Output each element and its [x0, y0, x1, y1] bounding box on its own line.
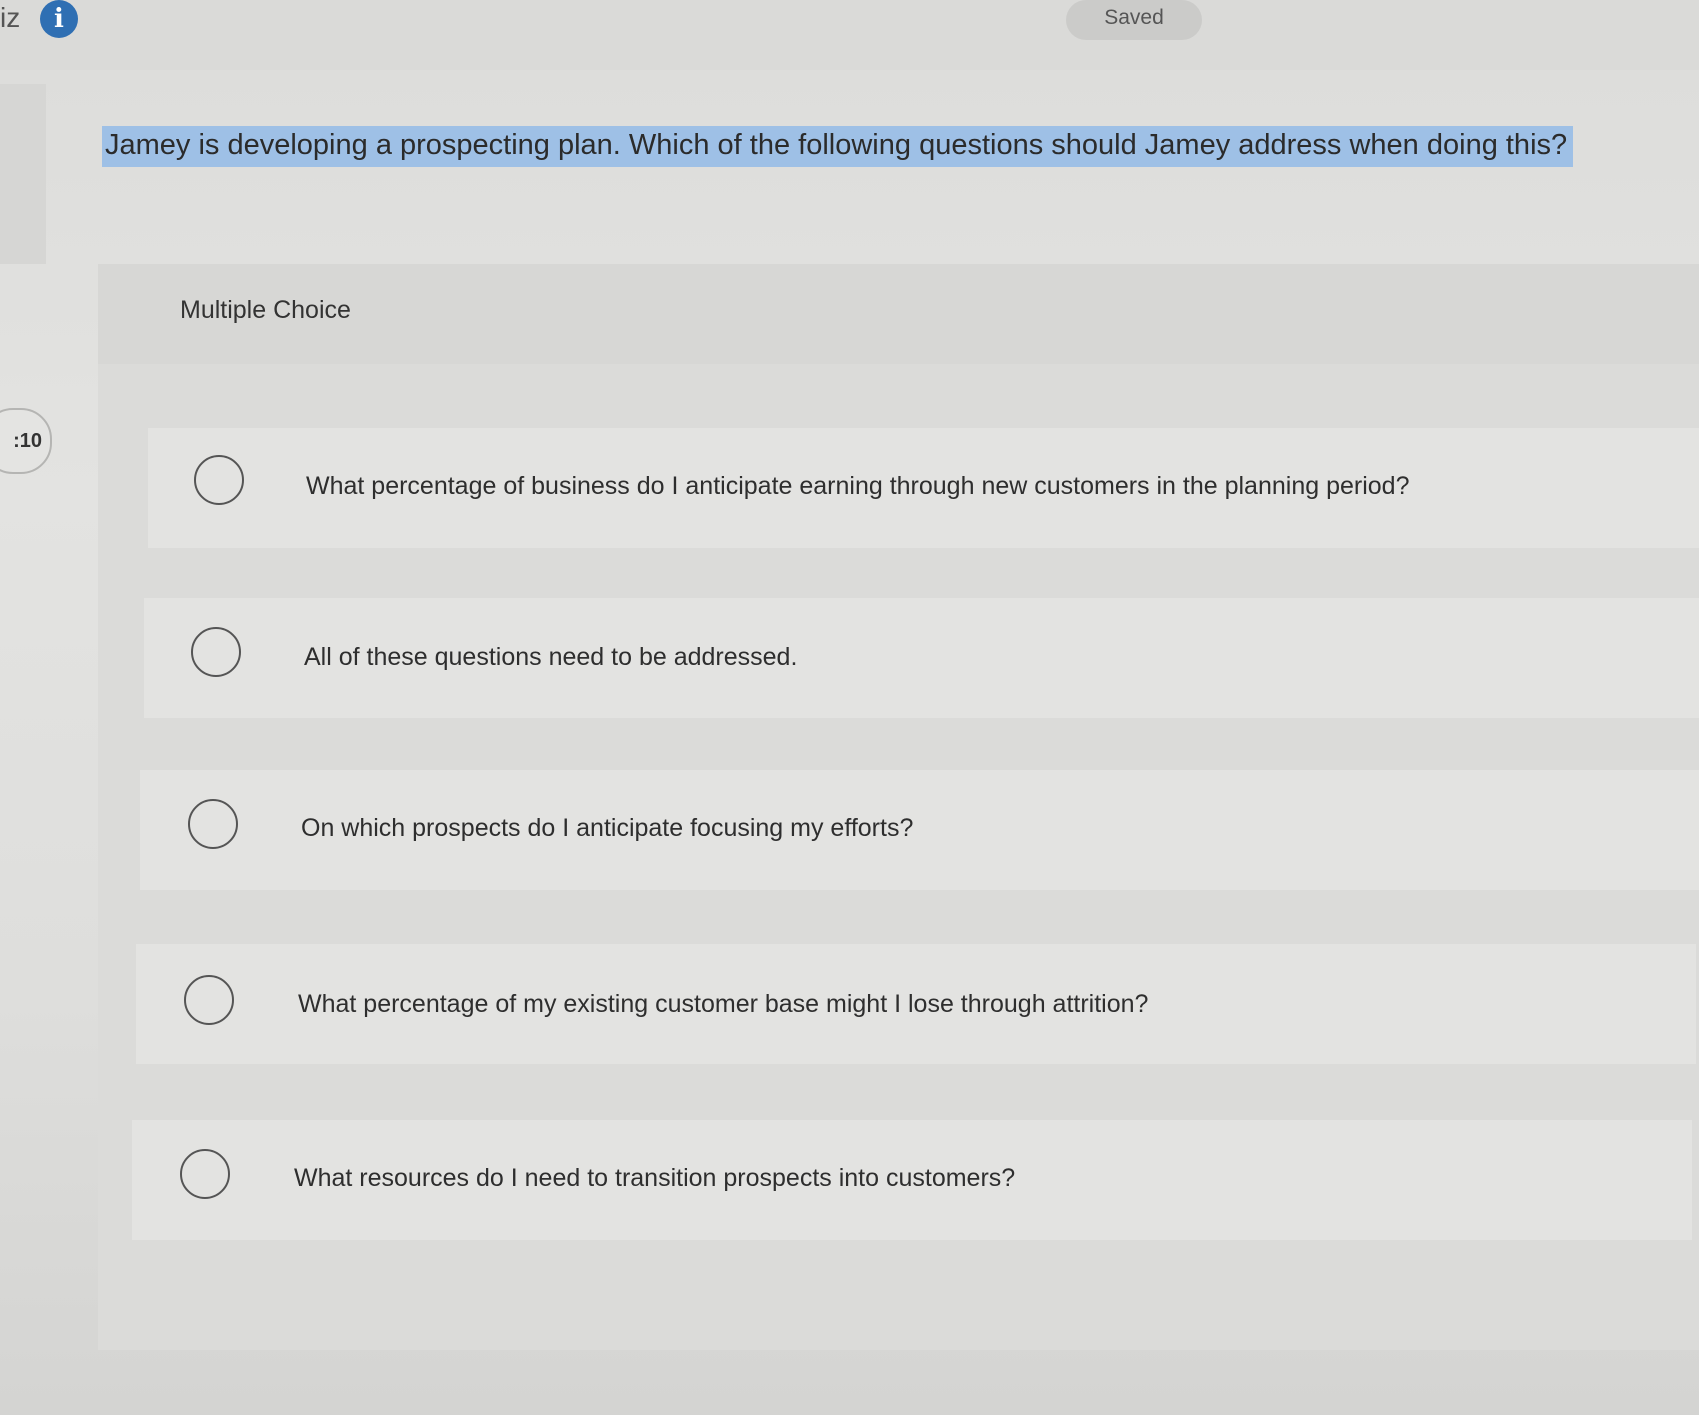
answer-option-label: What percentage of business do I anticip… [306, 472, 1410, 500]
top-bar [0, 0, 1699, 70]
question-type-label: Multiple Choice [180, 296, 351, 324]
left-rail [0, 84, 46, 264]
quiz-title: iz [0, 2, 21, 33]
answer-option-3[interactable]: On which prospects do I anticipate focus… [140, 770, 1699, 890]
question-prompt: Jamey is developing a prospecting plan. … [102, 126, 1574, 167]
radio-button[interactable] [188, 799, 238, 849]
info-icon[interactable]: i [40, 0, 78, 38]
answer-option-label: What percentage of my existing customer … [298, 990, 1149, 1018]
radio-button[interactable] [194, 455, 244, 505]
answer-option-label: On which prospects do I anticipate focus… [301, 814, 914, 842]
saved-status-badge: Saved [1066, 0, 1202, 40]
radio-button[interactable] [180, 1149, 230, 1199]
answer-option-5[interactable]: What resources do I need to transition p… [132, 1120, 1692, 1240]
radio-button[interactable] [184, 975, 234, 1025]
radio-button[interactable] [191, 627, 241, 677]
answer-option-label: What resources do I need to transition p… [294, 1164, 1016, 1192]
answer-option-4[interactable]: What percentage of my existing customer … [136, 944, 1696, 1064]
answer-option-2[interactable]: All of these questions need to be addres… [144, 598, 1699, 718]
answer-option-1[interactable]: What percentage of business do I anticip… [148, 428, 1699, 548]
answer-option-label: All of these questions need to be addres… [304, 643, 798, 671]
